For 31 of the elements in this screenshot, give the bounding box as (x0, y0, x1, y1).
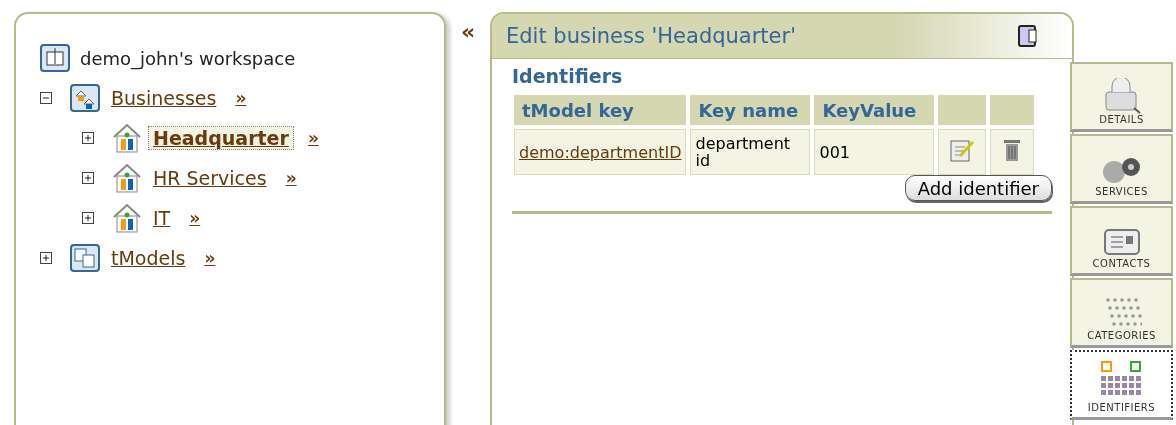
editor-title: Edit business 'Headquarter' (506, 24, 796, 48)
column-header: Key name (690, 95, 811, 125)
side-tab[interactable]: SERVICES (1070, 134, 1173, 204)
side-tab[interactable]: DETAILS (1070, 62, 1173, 132)
tree-node-link[interactable]: tModels (106, 246, 191, 270)
side-tab[interactable]: CATEGORIES (1070, 278, 1173, 348)
tree-node-link[interactable]: IT (148, 206, 176, 230)
side-tab[interactable]: CONTACTS (1070, 206, 1173, 276)
tab-label: IDENTIFIERS (1087, 402, 1156, 413)
side-tab[interactable]: IDENTIFIERS (1070, 350, 1173, 420)
tree-node-link[interactable]: HR Services (148, 166, 272, 190)
more-link[interactable]: » (204, 248, 216, 268)
more-link[interactable]: » (189, 208, 201, 228)
workspace-title: demo_john's workspace (80, 47, 296, 69)
tab-label: DETAILS (1099, 114, 1144, 125)
column-header: tModel key (514, 95, 687, 125)
more-link[interactable]: » (307, 128, 319, 148)
column-header: KeyValue (814, 95, 935, 125)
tab-label: CATEGORIES (1087, 330, 1156, 341)
more-link[interactable]: » (235, 88, 247, 108)
more-link[interactable]: » (285, 168, 297, 188)
tmodel-key-link[interactable]: demo:departmentID (519, 142, 682, 162)
table-cell: 001 (814, 129, 935, 175)
add-identifier-button[interactable]: Add identifier (904, 175, 1052, 201)
tree-node-link[interactable]: Headquarter (148, 126, 294, 150)
tab-label: CONTACTS (1092, 258, 1151, 269)
section-title: Identifiers (512, 65, 624, 87)
table-cell: department id (690, 129, 811, 175)
tab-label: SERVICES (1095, 186, 1148, 197)
tree-node-link[interactable]: Businesses (106, 86, 222, 110)
collapse-link[interactable]: « (446, 18, 490, 46)
